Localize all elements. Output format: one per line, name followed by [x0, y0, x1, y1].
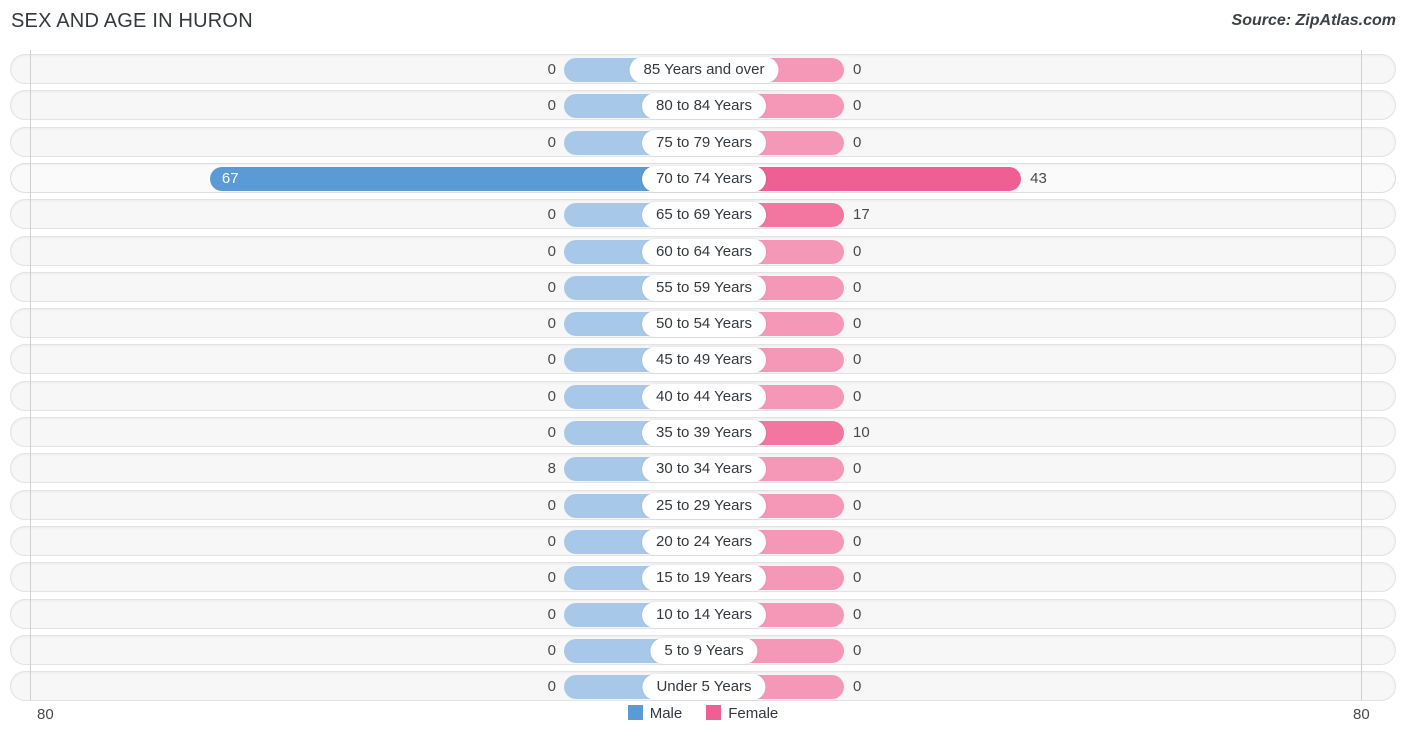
male-value-label: 0	[547, 424, 556, 441]
male-value-label: 0	[547, 642, 556, 659]
age-group-label: 20 to 24 Years	[642, 529, 766, 555]
age-group-row[interactable]: 0 0 45 to 49 Years	[10, 344, 1396, 374]
age-group-row[interactable]: 0 0 40 to 44 Years	[10, 381, 1396, 411]
age-group-row[interactable]: 0 0 75 to 79 Years	[10, 127, 1396, 157]
axis-line-left	[30, 50, 31, 700]
male-value-label: 0	[547, 97, 556, 114]
age-group-label: 40 to 44 Years	[642, 384, 766, 410]
chart-header: SEX AND AGE IN HURON Source: ZipAtlas.co…	[0, 0, 1406, 45]
female-value-label: 0	[853, 497, 862, 514]
source-attribution: Source: ZipAtlas.com	[1231, 12, 1396, 29]
legend-swatch-male-icon	[627, 705, 643, 720]
female-value-label: 0	[853, 134, 862, 151]
age-group-row[interactable]: 0 0 10 to 14 Years	[10, 599, 1396, 629]
female-value-label: 0	[853, 351, 862, 368]
male-value-label: 0	[547, 315, 556, 332]
age-group-label: 15 to 19 Years	[642, 565, 766, 591]
male-value-label: 0	[547, 569, 556, 586]
female-value-label: 0	[853, 606, 862, 623]
age-group-row[interactable]: 0 0 80 to 84 Years	[10, 90, 1396, 120]
age-group-label: 60 to 64 Years	[642, 239, 766, 265]
female-value-label: 0	[853, 243, 862, 260]
age-group-row[interactable]: 0 0 60 to 64 Years	[10, 236, 1396, 266]
female-value-label: 0	[853, 678, 862, 695]
age-group-label: 65 to 69 Years	[642, 202, 766, 228]
age-group-label: 45 to 49 Years	[642, 347, 766, 373]
chart-legend: Male Female	[0, 705, 1406, 722]
male-value-label: 0	[547, 678, 556, 695]
male-bar[interactable]: 67	[209, 167, 704, 191]
female-value-label: 0	[853, 533, 862, 550]
age-group-label: 10 to 14 Years	[642, 602, 766, 628]
age-group-label: 70 to 74 Years	[642, 166, 766, 192]
population-pyramid-chart: 0 0 85 Years and over 0 0 80 to 84 Years 0 0 75 …	[0, 50, 1406, 701]
page-title: SEX AND AGE IN HURON	[11, 10, 253, 32]
legend-label-female: Female	[728, 705, 779, 722]
male-value-label: 8	[547, 460, 556, 477]
age-group-label: 55 to 59 Years	[642, 275, 766, 301]
age-group-label: 50 to 54 Years	[642, 311, 766, 337]
age-group-label: 25 to 29 Years	[642, 493, 766, 519]
legend-item-male[interactable]: Male	[627, 705, 683, 722]
female-value-label: 0	[853, 97, 862, 114]
age-group-row[interactable]: 0 0 20 to 24 Years	[10, 526, 1396, 556]
female-value-label: 0	[853, 279, 862, 296]
female-value-label: 10	[853, 424, 870, 441]
age-group-row[interactable]: 8 0 30 to 34 Years	[10, 453, 1396, 483]
axis-line-right	[1361, 50, 1362, 700]
male-value-label: 67	[221, 170, 239, 187]
male-value-label: 0	[547, 134, 556, 151]
age-group-label: 30 to 34 Years	[642, 456, 766, 482]
female-value-label: 0	[853, 388, 862, 405]
female-value-label: 43	[1030, 170, 1047, 187]
age-group-row[interactable]: 0 17 65 to 69 Years	[10, 199, 1396, 229]
male-value-label: 0	[547, 61, 556, 78]
age-group-row[interactable]: 0 0 85 Years and over	[10, 54, 1396, 84]
chart-footer: 80 80 Male Female	[0, 700, 1406, 740]
male-value-label: 0	[547, 351, 556, 368]
female-value-label: 0	[853, 642, 862, 659]
age-group-label: Under 5 Years	[642, 674, 766, 700]
age-group-row[interactable]: 0 10 35 to 39 Years	[10, 417, 1396, 447]
legend-swatch-female-icon	[706, 705, 722, 720]
age-group-label: 5 to 9 Years	[650, 638, 758, 664]
age-group-label: 35 to 39 Years	[642, 420, 766, 446]
male-value-label: 0	[547, 279, 556, 296]
male-value-label: 0	[547, 243, 556, 260]
female-value-label: 0	[853, 569, 862, 586]
age-group-row[interactable]: 0 0 15 to 19 Years	[10, 562, 1396, 592]
male-value-label: 0	[547, 533, 556, 550]
male-value-label: 0	[547, 497, 556, 514]
male-value-label: 0	[547, 606, 556, 623]
age-group-label: 75 to 79 Years	[642, 130, 766, 156]
age-group-row[interactable]: 0 0 50 to 54 Years	[10, 308, 1396, 338]
female-value-label: 17	[853, 206, 870, 223]
legend-label-male: Male	[649, 705, 683, 722]
female-value-label: 0	[853, 61, 862, 78]
age-group-row[interactable]: 0 0 25 to 29 Years	[10, 490, 1396, 520]
age-group-row[interactable]: 67 43 70 to 74 Years	[10, 163, 1396, 193]
age-group-label: 85 Years and over	[629, 57, 779, 83]
age-group-row[interactable]: 0 0 55 to 59 Years	[10, 272, 1396, 302]
male-value-label: 0	[547, 388, 556, 405]
age-group-row[interactable]: 0 0 Under 5 Years	[10, 671, 1396, 701]
female-value-label: 0	[853, 460, 862, 477]
male-value-label: 0	[547, 206, 556, 223]
legend-item-female[interactable]: Female	[706, 705, 778, 722]
age-group-row[interactable]: 0 0 5 to 9 Years	[10, 635, 1396, 665]
female-value-label: 0	[853, 315, 862, 332]
age-group-label: 80 to 84 Years	[642, 93, 766, 119]
